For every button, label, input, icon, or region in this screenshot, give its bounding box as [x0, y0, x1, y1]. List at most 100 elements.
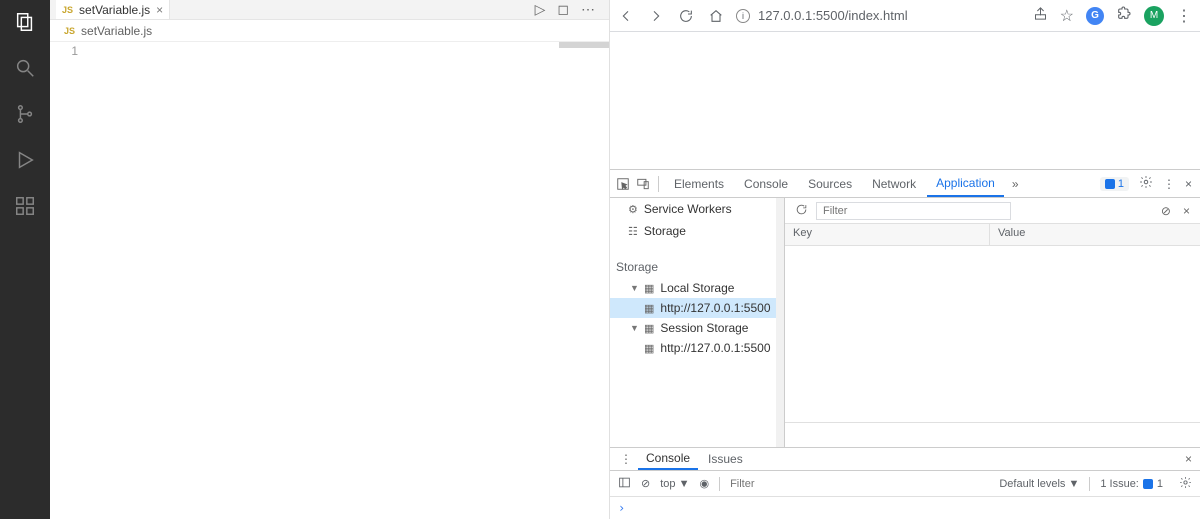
divider — [1089, 477, 1090, 491]
profile-avatar[interactable]: M — [1144, 6, 1164, 26]
context-selector[interactable]: top ▼ — [660, 478, 689, 490]
breadcrumb-filename: setVariable.js — [81, 24, 152, 38]
console-prompt[interactable]: › — [610, 497, 1200, 519]
storage-panel: ⊘ × Key Value Select a value to preview — [785, 198, 1200, 447]
close-devtools-icon[interactable]: × — [1185, 177, 1192, 191]
divider — [658, 176, 659, 192]
home-icon[interactable] — [708, 8, 724, 24]
tab-filename: setVariable.js — [79, 3, 150, 17]
chrome-toolbar: i 127.0.0.1:5500/index.html ☆ G M ⋮ — [610, 0, 1200, 32]
console-settings-icon[interactable] — [1179, 476, 1192, 492]
tab-console[interactable]: Console — [735, 170, 797, 197]
live-expression-icon[interactable]: ◉ — [699, 477, 709, 490]
address-bar[interactable]: i 127.0.0.1:5500/index.html — [736, 8, 1021, 23]
delete-icon[interactable]: × — [1183, 204, 1190, 218]
editor-tab[interactable]: JS setVariable.js × — [56, 0, 170, 19]
toolbar-right: ☆ G M ⋮ — [1033, 5, 1192, 26]
storage-filter-input[interactable] — [816, 202, 1011, 220]
settings-gear-icon[interactable] — [1139, 175, 1153, 192]
grid-icon: ▦ — [644, 282, 654, 295]
close-icon[interactable]: × — [156, 3, 163, 17]
clear-console-icon[interactable]: ⊘ — [641, 477, 650, 490]
divider — [719, 477, 720, 491]
console-issues-link[interactable]: 1 Issue: 1 — [1100, 478, 1163, 490]
sidebar-service-workers[interactable]: ⚙Service Workers — [610, 198, 784, 220]
reload-icon[interactable] — [678, 8, 694, 24]
drawer-menu-icon[interactable]: ⋮ — [616, 452, 636, 466]
tab-application[interactable]: Application — [927, 170, 1004, 197]
bookmark-icon[interactable]: ☆ — [1060, 6, 1074, 26]
gear-icon: ⚙ — [628, 203, 638, 216]
extensions-icon[interactable] — [13, 194, 37, 218]
value-column[interactable]: Value — [990, 224, 1033, 245]
chrome-pane: i 127.0.0.1:5500/index.html ☆ G M ⋮ Elem… — [610, 0, 1200, 519]
forward-icon[interactable] — [648, 8, 664, 24]
grid-icon: ▦ — [644, 322, 654, 335]
chrome-menu-icon[interactable]: ⋮ — [1176, 6, 1192, 26]
local-storage-node[interactable]: ▼▦Local Storage — [610, 278, 784, 298]
code-body[interactable]: 1 — [50, 42, 609, 519]
code-content[interactable] — [96, 42, 609, 519]
source-control-icon[interactable] — [13, 102, 37, 126]
back-icon[interactable] — [618, 8, 634, 24]
nav-icons — [618, 8, 724, 24]
site-info-icon[interactable]: i — [736, 9, 750, 23]
grid-icon: ▦ — [644, 342, 654, 355]
device-toggle-icon[interactable] — [634, 177, 652, 191]
devtools: Elements Console Sources Network Applica… — [610, 169, 1200, 519]
split-editor-icon[interactable]: ◻ — [557, 1, 569, 18]
devtools-right: 1 ⋮ × — [1100, 175, 1200, 192]
run-debug-icon[interactable] — [13, 148, 37, 172]
console-sidebar-icon[interactable] — [618, 476, 631, 492]
drawer-tab-console[interactable]: Console — [638, 448, 698, 470]
tab-sources[interactable]: Sources — [799, 170, 861, 197]
editor-area: JS setVariable.js × ▷ ◻ ⋯ JS setVariable… — [50, 0, 609, 519]
chevron-down-icon: ▼ — [630, 283, 638, 293]
more-tabs-icon[interactable]: » — [1006, 177, 1025, 191]
js-file-icon: JS — [62, 5, 73, 15]
storage-tree: ▼▦Local Storage ▦http://127.0.0.1:5500 ▼… — [610, 278, 784, 358]
more-icon[interactable]: ⋯ — [581, 1, 595, 18]
url-text: 127.0.0.1:5500/index.html — [758, 8, 908, 23]
clear-icon[interactable]: ⊘ — [1161, 204, 1171, 218]
session-storage-origin[interactable]: ▦http://127.0.0.1:5500 — [610, 338, 784, 358]
refresh-icon[interactable] — [795, 203, 808, 219]
search-icon[interactable] — [13, 56, 37, 80]
share-icon[interactable] — [1033, 6, 1048, 26]
line-number: 1 — [50, 44, 78, 58]
tab-elements[interactable]: Elements — [665, 170, 733, 197]
tab-network[interactable]: Network — [863, 170, 925, 197]
local-storage-origin[interactable]: ▦http://127.0.0.1:5500 — [610, 298, 784, 318]
key-column[interactable]: Key — [785, 224, 990, 245]
preview-hint: Select a value to preview — [785, 422, 1200, 447]
extensions-puzzle-icon[interactable] — [1116, 5, 1132, 26]
page-viewport[interactable] — [610, 32, 1200, 169]
chevron-down-icon: ▼ — [630, 323, 638, 333]
devtools-menu-icon[interactable]: ⋮ — [1163, 177, 1175, 191]
console-toolbar: ⊘ top ▼ ◉ Default levels ▼ 1 Issue: 1 — [610, 471, 1200, 497]
devtools-body: ⚙Service Workers ☷Storage Storage ▼▦Loca… — [610, 198, 1200, 447]
activity-bar — [0, 0, 50, 519]
js-file-icon: JS — [64, 26, 75, 36]
explorer-icon[interactable] — [13, 10, 37, 34]
breadcrumb[interactable]: JS setVariable.js — [50, 20, 609, 42]
database-icon: ☷ — [628, 225, 638, 238]
session-storage-node[interactable]: ▼▦Session Storage — [610, 318, 784, 338]
storage-table-body[interactable] — [785, 246, 1200, 422]
run-icon[interactable]: ▷ — [535, 1, 546, 18]
issue-square-icon — [1105, 179, 1115, 189]
sidebar-storage[interactable]: ☷Storage — [610, 220, 784, 242]
grid-icon: ▦ — [644, 302, 654, 315]
sidebar-storage-header: Storage — [610, 256, 784, 278]
drawer-tab-issues[interactable]: Issues — [700, 448, 751, 470]
application-sidebar: ⚙Service Workers ☷Storage Storage ▼▦Loca… — [610, 198, 785, 447]
drawer-tabs: ⋮ Console Issues × — [610, 447, 1200, 471]
extension-g-icon[interactable]: G — [1086, 7, 1104, 25]
drawer-close-icon[interactable]: × — [1185, 452, 1200, 466]
minimap[interactable] — [559, 42, 609, 48]
inspect-icon[interactable] — [614, 177, 632, 191]
log-levels-selector[interactable]: Default levels ▼ — [999, 478, 1079, 490]
issues-chip[interactable]: 1 — [1100, 177, 1129, 191]
line-gutter: 1 — [50, 42, 96, 519]
console-filter-input[interactable] — [730, 478, 989, 490]
